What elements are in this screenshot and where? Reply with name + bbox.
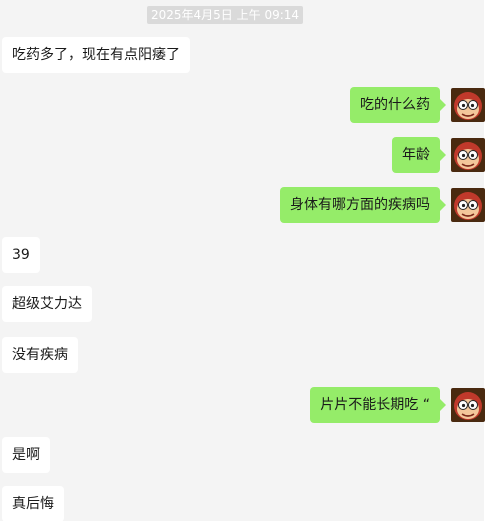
message-incoming[interactable]: 真后悔 xyxy=(2,486,64,522)
message-outgoing[interactable]: 吃的什么药 xyxy=(350,87,446,123)
cartoon-monkey-avatar-icon xyxy=(454,392,482,420)
cartoon-monkey-avatar-icon xyxy=(454,192,482,220)
cartoon-monkey-avatar-icon xyxy=(454,142,482,170)
cartoon-monkey-avatar-icon xyxy=(454,92,482,120)
message-outgoing[interactable]: 年龄 xyxy=(392,137,446,173)
message-outgoing[interactable]: 身体有哪方面的疾病吗 xyxy=(280,187,446,223)
avatar[interactable] xyxy=(451,388,485,422)
avatar[interactable] xyxy=(451,188,485,222)
message-incoming[interactable]: 超级艾力达 xyxy=(2,286,92,322)
chat-window: 2025年4月5日 上午 09:14 吃药多了，现在有点阳痿了 吃的什么药 年龄… xyxy=(0,0,485,522)
message-incoming[interactable]: 吃药多了，现在有点阳痿了 xyxy=(2,37,190,73)
message-outgoing[interactable]: 片片不能长期吃 “ xyxy=(310,387,446,423)
avatar[interactable] xyxy=(451,88,485,122)
message-incoming[interactable]: 39 xyxy=(2,237,40,273)
message-incoming[interactable]: 是啊 xyxy=(2,437,50,473)
message-incoming[interactable]: 没有疾病 xyxy=(2,337,78,373)
avatar[interactable] xyxy=(451,138,485,172)
message-timestamp: 2025年4月5日 上午 09:14 xyxy=(147,6,304,24)
